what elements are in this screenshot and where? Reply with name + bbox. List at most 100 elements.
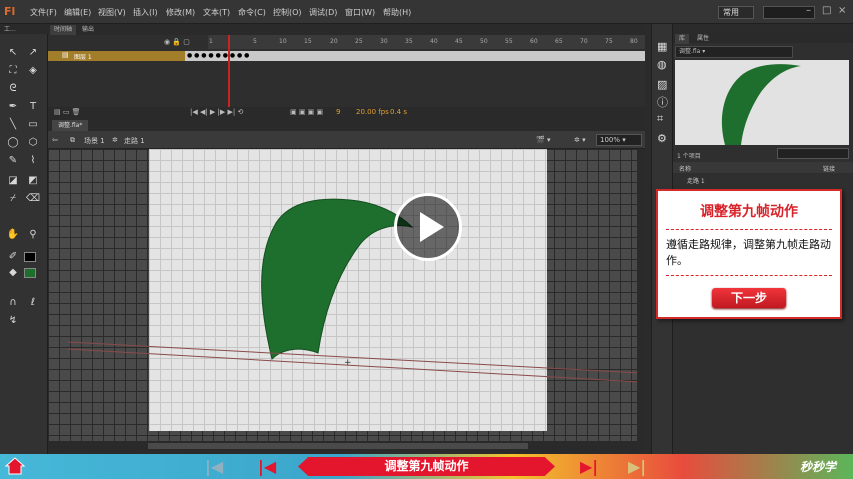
menu-help[interactable]: 帮助(H)	[383, 7, 411, 18]
horizontal-scrollbar[interactable]	[48, 441, 645, 451]
tab-output[interactable]: 输出	[78, 25, 98, 35]
tab-library[interactable]: 库	[675, 34, 690, 44]
frame-rate[interactable]: 20.00 fps	[356, 108, 389, 116]
rectangle-tool-icon[interactable]: ▭	[25, 118, 41, 132]
swatches-panel-icon[interactable]: ▨	[657, 78, 667, 91]
ink-bottle-icon[interactable]: ◩	[25, 174, 41, 188]
flash-logo: Fl	[4, 5, 16, 18]
zoom-select[interactable]: 100% ▾	[596, 134, 642, 146]
home-icon[interactable]	[4, 456, 26, 476]
components-panel-icon[interactable]: ⚙	[657, 132, 667, 145]
menu-view[interactable]: 视图(V)	[98, 7, 126, 18]
menu-file[interactable]: 文件(F)	[30, 7, 57, 18]
dialog-title: 调整第九帧动作	[700, 204, 798, 220]
maximize-button[interactable]: □	[822, 5, 831, 16]
free-transform-icon[interactable]: ⛶	[5, 64, 21, 78]
tools-panel: ↖ ↗ ⛶ ◈ ᘓ ✒ T ╲ ▭ ◯ ⬡ ✎ ⌇ ◪ ◩ ⌿ ⌫ ✋ ⚲ ✐ …	[0, 34, 48, 454]
next-step-button[interactable]: 下一步	[712, 288, 786, 308]
menu-insert[interactable]: 插入(I)	[133, 7, 158, 18]
eraser-tool-icon[interactable]: ⌫	[25, 192, 41, 206]
frames-area[interactable]: ● ● ● ● ● ● ● ● ●	[185, 51, 645, 61]
selection-tool-icon[interactable]: ↖	[5, 46, 21, 60]
polystar-tool-icon[interactable]: ⬡	[25, 136, 41, 150]
snap-magnet-icon[interactable]: ∩	[5, 296, 21, 310]
column-name[interactable]: 名称	[679, 164, 691, 173]
layer-name[interactable]: 图层 1	[74, 52, 92, 61]
edit-scene-icon[interactable]: 🎬 ▾	[536, 136, 550, 144]
tools-panel-header: 工...	[0, 24, 48, 34]
text-tool-icon[interactable]: T	[25, 100, 41, 114]
edit-symbol-icon[interactable]: ✲ ▾	[574, 136, 586, 144]
paint-bucket-icon[interactable]: ◪	[5, 174, 21, 188]
pencil-tool-icon[interactable]: ✎	[5, 154, 21, 168]
pasteboard[interactable]: +	[48, 149, 645, 441]
fill-color-swatch[interactable]	[24, 268, 36, 278]
ruler-label: 1	[209, 38, 213, 45]
align-panel-icon[interactable]: ▦	[657, 40, 667, 53]
workspace-switcher[interactable]: 常用	[718, 6, 754, 19]
menu-debug[interactable]: 调试(D)	[309, 7, 337, 18]
next-step-icon[interactable]: ▶|	[580, 457, 598, 476]
tab-timeline[interactable]: 时间轴	[50, 25, 77, 35]
registration-cross: +	[344, 358, 352, 368]
stroke-color-icon[interactable]: ✐	[5, 250, 21, 264]
scene-breadcrumb[interactable]: 场景 1	[84, 136, 105, 146]
lasso-tool-icon[interactable]: ᘓ	[5, 82, 21, 96]
close-button[interactable]: ×	[838, 5, 846, 16]
color-panel-icon[interactable]: ◍	[657, 58, 667, 71]
column-linkage[interactable]: 链接	[823, 164, 835, 173]
menu-commands[interactable]: 命令(C)	[238, 7, 266, 18]
subselection-tool-icon[interactable]: ↗	[25, 46, 41, 60]
oval-tool-icon[interactable]: ◯	[5, 136, 21, 150]
frame-ruler[interactable]: 1 5 10 15 20 25 30 35 40 45 50 55 60 65 …	[208, 35, 645, 49]
straighten-icon[interactable]: ↯	[5, 314, 21, 328]
onion-skin-icon[interactable]: ▣ ▣ ▣ ▣	[290, 108, 323, 116]
menu-control[interactable]: 控制(O)	[273, 7, 302, 18]
zoom-tool-icon[interactable]: ⚲	[25, 228, 41, 242]
transform-panel-icon[interactable]: ⌗	[657, 112, 663, 126]
ruler-label: 25	[355, 38, 363, 45]
stage-artwork[interactable]: +	[48, 149, 645, 441]
menu-edit[interactable]: 编辑(E)	[64, 7, 91, 18]
menu-bar: Fl 文件(F) 编辑(E) 视图(V) 插入(I) 修改(M) 文本(T) 命…	[0, 0, 853, 24]
line-tool-icon[interactable]: ╲	[5, 118, 21, 132]
menu-window[interactable]: 窗口(W)	[345, 7, 375, 18]
menu-text[interactable]: 文本(T)	[203, 7, 230, 18]
eye-lock-icons[interactable]: ◉ 🔒 ▢	[164, 38, 190, 46]
document-tab[interactable]: 调整.fla*	[52, 120, 89, 131]
new-layer-icon[interactable]: ▤ ▭ 🗑	[54, 108, 81, 116]
pen-tool-icon[interactable]: ✒	[5, 100, 21, 114]
minimize-button[interactable]: –	[806, 5, 811, 16]
hand-tool-icon[interactable]: ✋	[5, 228, 21, 242]
ruler-label: 80	[630, 38, 638, 45]
tab-properties[interactable]: 属性	[693, 34, 713, 44]
library-column-header: 名称 链接	[673, 162, 853, 173]
menu-modify[interactable]: 修改(M)	[166, 7, 195, 18]
previous-step-icon[interactable]: |◀	[258, 457, 276, 476]
edit-bar: ⇦ ⧉ 场景 1 ✲ 走路 1 🎬 ▾ ✲ ▾ 100% ▾	[48, 131, 645, 149]
ruler-label: 75	[605, 38, 613, 45]
scrollbar-thumb[interactable]	[148, 443, 528, 449]
current-frame[interactable]: 9	[336, 108, 340, 116]
vertical-scrollbar[interactable]	[637, 149, 645, 441]
eyedropper-icon[interactable]: ⌿	[5, 192, 21, 206]
brush-tool-icon[interactable]: ⌇	[25, 154, 41, 168]
library-file-select[interactable]: 调整.fla ▾	[675, 46, 793, 58]
info-panel-icon[interactable]: ⓘ	[657, 94, 668, 110]
ruler-label: 60	[530, 38, 538, 45]
brand-logo: 秒秒学	[800, 460, 837, 474]
play-video-button[interactable]	[394, 193, 462, 261]
playback-controls-icon[interactable]: |◀ ◀| ▶ |▶ ▶| ⟲	[190, 108, 243, 116]
fill-color-icon[interactable]: ◆	[5, 266, 21, 280]
keyframe-marker[interactable]: ● ● ● ● ● ● ● ● ●	[187, 52, 249, 59]
stroke-color-swatch[interactable]	[24, 252, 36, 262]
library-search-input[interactable]	[777, 148, 849, 159]
library-tab-bar: 库 属性	[673, 33, 853, 44]
3d-rotation-icon[interactable]: ◈	[25, 64, 41, 78]
library-item[interactable]: 走路 1	[673, 174, 853, 185]
guide-line	[67, 341, 641, 374]
symbol-breadcrumb[interactable]: 走路 1	[124, 136, 145, 146]
back-arrow-icon[interactable]: ⇦	[52, 136, 58, 144]
ruler-label: 35	[405, 38, 413, 45]
smooth-icon[interactable]: ℓ	[25, 296, 41, 310]
